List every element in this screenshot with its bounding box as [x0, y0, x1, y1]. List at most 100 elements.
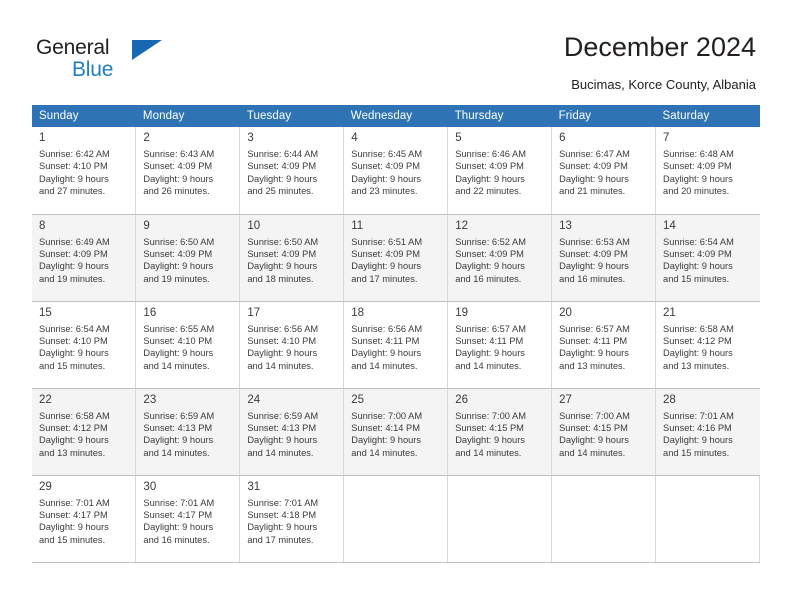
daylight-text-line1: Daylight: 9 hours: [143, 173, 214, 184]
day-cell[interactable]: 13 Sunrise: 6:53 AM Sunset: 4:09 PM Dayligh…: [551, 214, 657, 302]
daylight-text-line1: Daylight: 9 hours: [39, 261, 109, 272]
day-number: 13: [559, 219, 572, 232]
weekday-header-row: Sunday Monday Tuesday Wednesday Thursday…: [32, 105, 760, 127]
day-details: Sunrise: 6:59 AM Sunset: 4:13 PM Daylight:…: [247, 410, 337, 460]
day-details: Sunrise: 6:51 AM Sunset: 4:09 PM Daylight:…: [351, 236, 441, 286]
daylight-text-line1: Daylight: 9 hours: [143, 261, 214, 272]
sunrise-text: Sunrise: 6:43 AM: [143, 149, 215, 159]
sunrise-text: Sunrise: 6:53 AM: [559, 236, 630, 247]
day-cell[interactable]: 1 Sunrise: 6:42 AM Sunset: 4:10 PM Daylight…: [32, 127, 137, 215]
day-number: 30: [143, 480, 157, 493]
day-cell[interactable]: 12 Sunrise: 6:52 AM Sunset: 4:09 PM Dayligh…: [447, 214, 553, 302]
weekday-header-thursday: Thursday: [447, 105, 552, 127]
day-cell[interactable]: 19 Sunrise: 6:57 AM Sunset: 4:11 PM Dayligh…: [447, 301, 553, 389]
day-cell[interactable]: 27 Sunrise: 7:00 AM Sunset: 4:15 PM Dayligh…: [551, 388, 657, 476]
day-number: 21: [663, 306, 676, 319]
calendar-week-row: 8 Sunrise: 6:49 AM Sunset: 4:09 PM Daylight…: [32, 214, 760, 302]
day-details: Sunrise: 7:00 AM Sunset: 4:15 PM Daylight:…: [559, 410, 649, 460]
sunrise-text: Sunrise: 7:00 AM: [455, 410, 526, 421]
sunrise-text: Sunrise: 6:45 AM: [351, 149, 423, 159]
daylight-text-line2: and 14 minutes.: [455, 447, 522, 458]
day-number: 6: [559, 132, 566, 144]
day-number: 3: [247, 132, 254, 144]
day-number: 1: [39, 132, 46, 144]
day-cell[interactable]: 23 Sunrise: 6:59 AM Sunset: 4:13 PM Dayligh…: [135, 388, 241, 476]
sunrise-text: Sunrise: 6:59 AM: [143, 410, 215, 421]
daylight-text-line1: Daylight: 9 hours: [455, 435, 525, 446]
day-number: 14: [663, 219, 676, 232]
daylight-text-line2: and 16 minutes.: [143, 534, 210, 545]
day-cell[interactable]: 5 Sunrise: 6:46 AM Sunset: 4:09 PM Daylight…: [447, 127, 553, 215]
sunset-text: Sunset: 4:17 PM: [143, 509, 213, 520]
sunrise-text: Sunrise: 6:56 AM: [247, 323, 319, 334]
day-cell[interactable]: 17 Sunrise: 6:56 AM Sunset: 4:10 PM Dayligh…: [239, 301, 345, 389]
day-number: 7: [663, 132, 670, 144]
day-number: 26: [455, 393, 468, 406]
day-details: Sunrise: 7:01 AM Sunset: 4:17 PM Daylight:…: [143, 497, 233, 547]
weekday-header-monday: Monday: [135, 105, 240, 127]
sunset-text: Sunset: 4:16 PM: [663, 422, 732, 433]
day-cell[interactable]: 20 Sunrise: 6:57 AM Sunset: 4:11 PM Dayligh…: [551, 301, 657, 389]
sunrise-text: Sunrise: 6:44 AM: [247, 149, 319, 159]
daylight-text-line2: and 13 minutes.: [559, 360, 626, 371]
day-cell[interactable]: 22 Sunrise: 6:58 AM Sunset: 4:12 PM Dayligh…: [32, 388, 137, 476]
day-details: Sunrise: 6:59 AM Sunset: 4:13 PM Daylight:…: [143, 410, 233, 460]
day-cell[interactable]: 9 Sunrise: 6:50 AM Sunset: 4:09 PM Daylight…: [135, 214, 241, 302]
sunrise-text: Sunrise: 6:49 AM: [39, 236, 110, 247]
day-cell[interactable]: 28 Sunrise: 7:01 AM Sunset: 4:16 PM Dayligh…: [655, 388, 760, 476]
day-cell[interactable]: 29 Sunrise: 7:01 AM Sunset: 4:17 PM Dayligh…: [32, 475, 137, 563]
day-cell[interactable]: 30 Sunrise: 7:01 AM Sunset: 4:17 PM Dayligh…: [135, 475, 241, 563]
daylight-text-line2: and 20 minutes.: [663, 186, 730, 197]
logo-text-general: General: [36, 36, 110, 59]
day-details: Sunrise: 6:54 AM Sunset: 4:10 PM Daylight:…: [39, 323, 129, 373]
day-cell[interactable]: 21 Sunrise: 6:58 AM Sunset: 4:12 PM Dayligh…: [655, 301, 760, 389]
day-details: Sunrise: 6:46 AM Sunset: 4:09 PM Daylight:…: [455, 148, 545, 198]
day-number: 27: [559, 393, 572, 406]
day-cell[interactable]: 11 Sunrise: 6:51 AM Sunset: 4:09 PM Dayligh…: [343, 214, 449, 302]
day-cell[interactable]: 4 Sunrise: 6:45 AM Sunset: 4:09 PM Daylight…: [343, 127, 449, 215]
daylight-text-line2: and 15 minutes.: [663, 447, 730, 458]
day-details: Sunrise: 6:44 AM Sunset: 4:09 PM Daylight:…: [247, 148, 337, 198]
daylight-text-line2: and 14 minutes.: [351, 447, 418, 458]
sunset-text: Sunset: 4:09 PM: [663, 248, 732, 259]
daylight-text-line2: and 19 minutes.: [39, 273, 106, 284]
daylight-text-line1: Daylight: 9 hours: [455, 173, 525, 184]
sunset-text: Sunset: 4:09 PM: [559, 248, 628, 259]
day-cell[interactable]: 16 Sunrise: 6:55 AM Sunset: 4:10 PM Dayligh…: [135, 301, 241, 389]
day-number: 29: [39, 480, 52, 493]
day-cell[interactable]: 10 Sunrise: 6:50 AM Sunset: 4:09 PM Dayligh…: [239, 214, 345, 302]
daylight-text-line2: and 14 minutes.: [247, 360, 314, 371]
sunrise-text: Sunrise: 6:57 AM: [455, 323, 526, 334]
day-cell[interactable]: 24 Sunrise: 6:59 AM Sunset: 4:13 PM Dayligh…: [239, 388, 345, 476]
day-cell[interactable]: 2 Sunrise: 6:43 AM Sunset: 4:09 PM Daylight…: [135, 127, 241, 215]
daylight-text-line1: Daylight: 9 hours: [663, 261, 733, 272]
daylight-text-line2: and 18 minutes.: [247, 273, 314, 284]
day-number: 23: [143, 393, 157, 406]
day-number: 5: [455, 132, 462, 144]
day-number: 17: [247, 306, 261, 319]
general-blue-logo[interactable]: General Blue: [36, 36, 186, 82]
weekday-header-sunday: Sunday: [32, 105, 136, 127]
day-cell[interactable]: 3 Sunrise: 6:44 AM Sunset: 4:09 PM Daylight…: [239, 127, 345, 215]
daylight-text-line1: Daylight: 9 hours: [39, 435, 109, 446]
sunrise-text: Sunrise: 6:42 AM: [39, 149, 110, 159]
daylight-text-line1: Daylight: 9 hours: [247, 348, 318, 359]
day-number: 18: [351, 306, 365, 319]
day-details: Sunrise: 6:58 AM Sunset: 4:12 PM Daylight:…: [39, 410, 129, 460]
daylight-text-line1: Daylight: 9 hours: [39, 522, 109, 533]
logo-text-blue: Blue: [72, 58, 114, 81]
daylight-text-line1: Daylight: 9 hours: [247, 435, 318, 446]
day-cell[interactable]: 31 Sunrise: 7:01 AM Sunset: 4:18 PM Dayligh…: [239, 475, 345, 563]
day-cell[interactable]: 25 Sunrise: 7:00 AM Sunset: 4:14 PM Dayligh…: [343, 388, 449, 476]
day-cell[interactable]: 15 Sunrise: 6:54 AM Sunset: 4:10 PM Dayligh…: [32, 301, 137, 389]
day-cell[interactable]: 7 Sunrise: 6:48 AM Sunset: 4:09 PM Daylight…: [655, 127, 760, 215]
sunset-text: Sunset: 4:09 PM: [351, 161, 420, 172]
day-cell[interactable]: 18 Sunrise: 6:56 AM Sunset: 4:11 PM Dayligh…: [343, 301, 449, 389]
daylight-text-line1: Daylight: 9 hours: [455, 261, 525, 272]
day-cell[interactable]: 14 Sunrise: 6:54 AM Sunset: 4:09 PM Dayligh…: [655, 214, 760, 302]
day-cell[interactable]: 26 Sunrise: 7:00 AM Sunset: 4:15 PM Dayligh…: [447, 388, 553, 476]
daylight-text-line2: and 14 minutes.: [143, 447, 210, 458]
calendar-page: General Blue December 2024 Bucimas, Korc…: [0, 0, 792, 612]
day-cell[interactable]: 8 Sunrise: 6:49 AM Sunset: 4:09 PM Daylight…: [32, 214, 137, 302]
day-cell[interactable]: 6 Sunrise: 6:47 AM Sunset: 4:09 PM Daylight…: [551, 127, 657, 215]
